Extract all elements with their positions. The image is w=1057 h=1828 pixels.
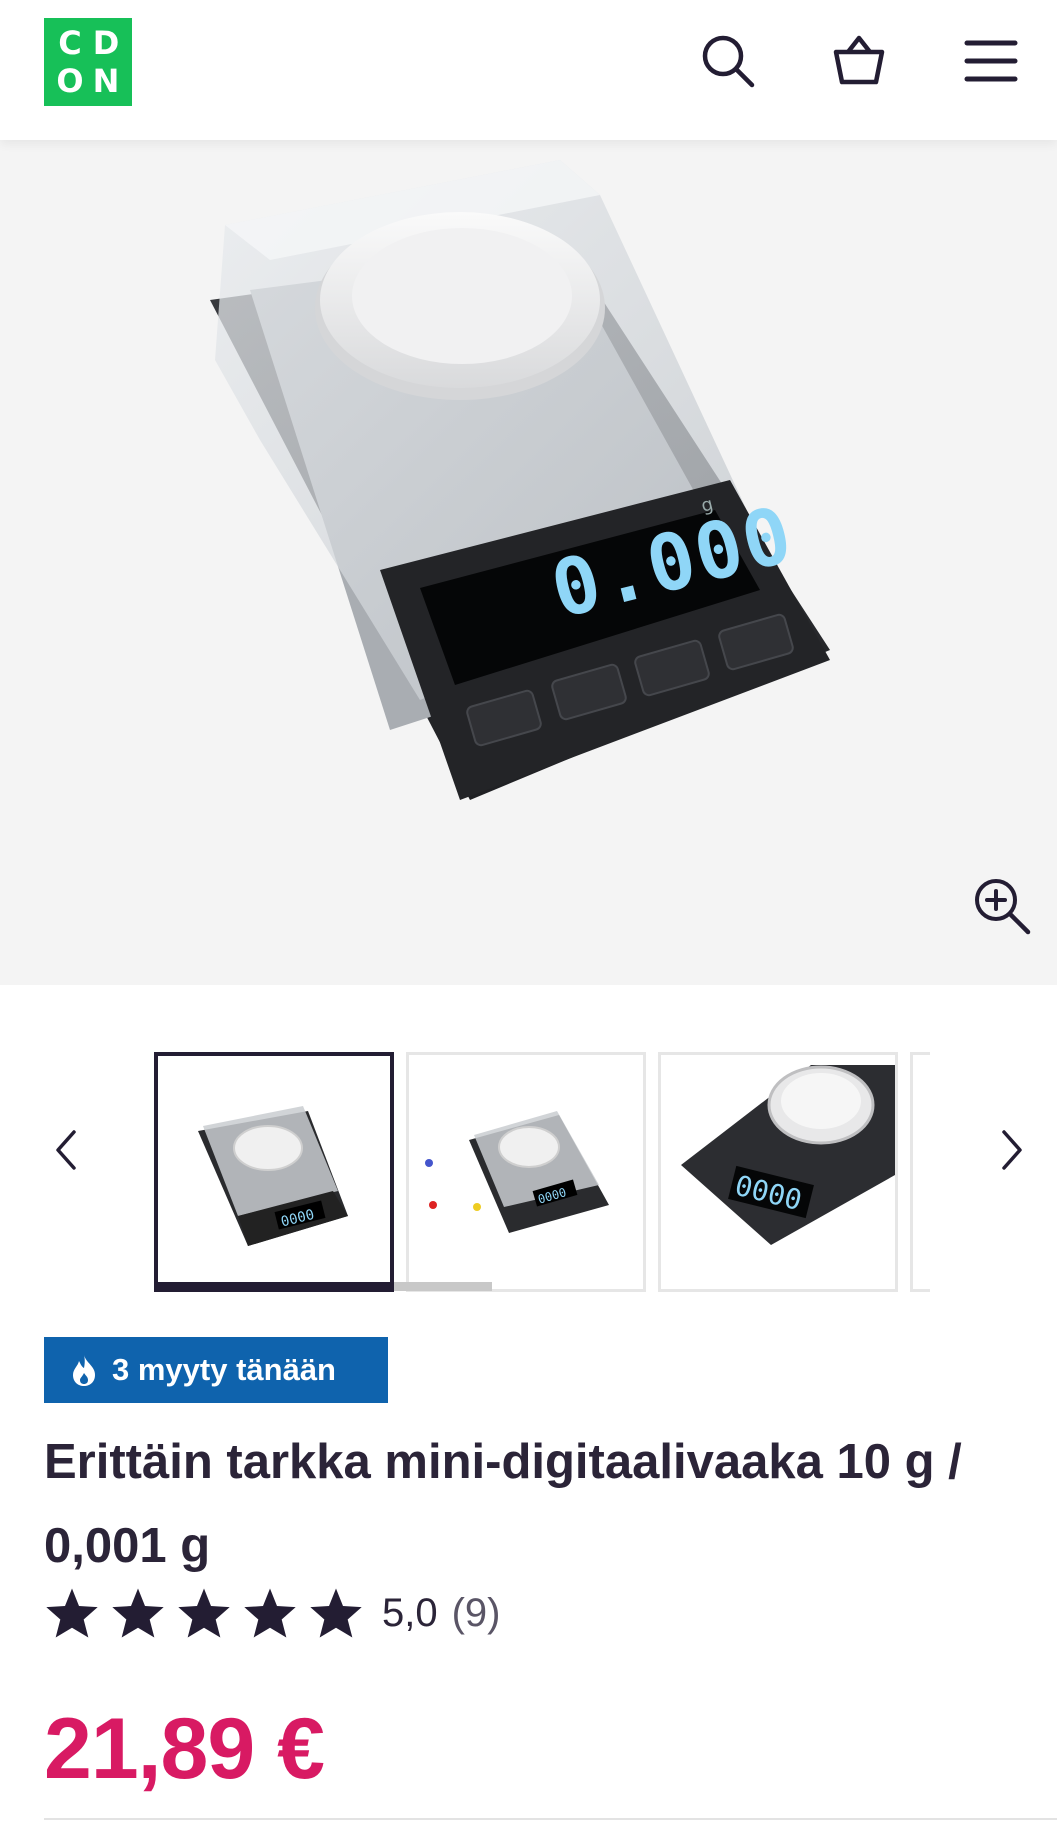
menu-icon (964, 40, 1018, 82)
site-header: C D O N (0, 0, 1057, 140)
product-main-image[interactable]: 0.000 g (0, 140, 1057, 985)
thumbnail-scroll-thumb[interactable] (154, 1282, 394, 1291)
star-icon (244, 1588, 296, 1638)
star-icon (112, 1588, 164, 1638)
star-icon (310, 1588, 362, 1638)
rating-count[interactable]: (9) (452, 1591, 501, 1636)
thumbnail-image: 0000 (409, 1055, 643, 1289)
menu-button[interactable] (958, 28, 1024, 94)
logo-letter: C (58, 24, 82, 62)
cdon-logo[interactable]: C D O N (44, 18, 132, 106)
thumbnail-4-partial[interactable] (910, 1052, 930, 1292)
sold-today-text: 3 myyty tänään (112, 1352, 336, 1387)
thumbnail-2[interactable]: 0000 (406, 1052, 646, 1292)
rating-stars (44, 1586, 364, 1640)
thumbnail-3[interactable]: 0000 (658, 1052, 898, 1292)
divider (44, 1818, 1057, 1820)
search-button[interactable] (695, 28, 761, 94)
rating-value: 5,0 (382, 1590, 438, 1635)
basket-icon (833, 35, 885, 85)
flame-icon (73, 1355, 95, 1386)
star-icon (46, 1588, 98, 1638)
thumbnail-image: 0000 (158, 1056, 390, 1288)
thumbnail-image: 0000 (661, 1055, 895, 1289)
logo-letter: O (56, 62, 84, 100)
thumb-next-button[interactable] (992, 1120, 1032, 1180)
digital-scale-image: 0.000 g (210, 160, 830, 800)
zoom-in-icon (975, 879, 1031, 935)
zoom-button[interactable] (972, 876, 1032, 936)
product-rating[interactable]: 5,0 (9) (44, 1583, 501, 1643)
thumbnail-1[interactable]: 0000 (154, 1052, 394, 1292)
cart-button[interactable] (826, 28, 892, 94)
chevron-right-icon (1002, 1130, 1022, 1170)
product-price: 21,89 € (44, 1701, 325, 1797)
logo-letter: N (92, 62, 120, 100)
star-icon (178, 1588, 230, 1638)
logo-letter: D (92, 24, 120, 62)
search-icon (702, 35, 755, 88)
sold-today-badge: 3 myyty tänään (44, 1337, 388, 1403)
product-title: Erittäin tarkka mini-digitaalivaaka 10 g… (44, 1435, 962, 1573)
chevron-left-icon (56, 1130, 76, 1170)
thumb-prev-button[interactable] (46, 1120, 86, 1180)
